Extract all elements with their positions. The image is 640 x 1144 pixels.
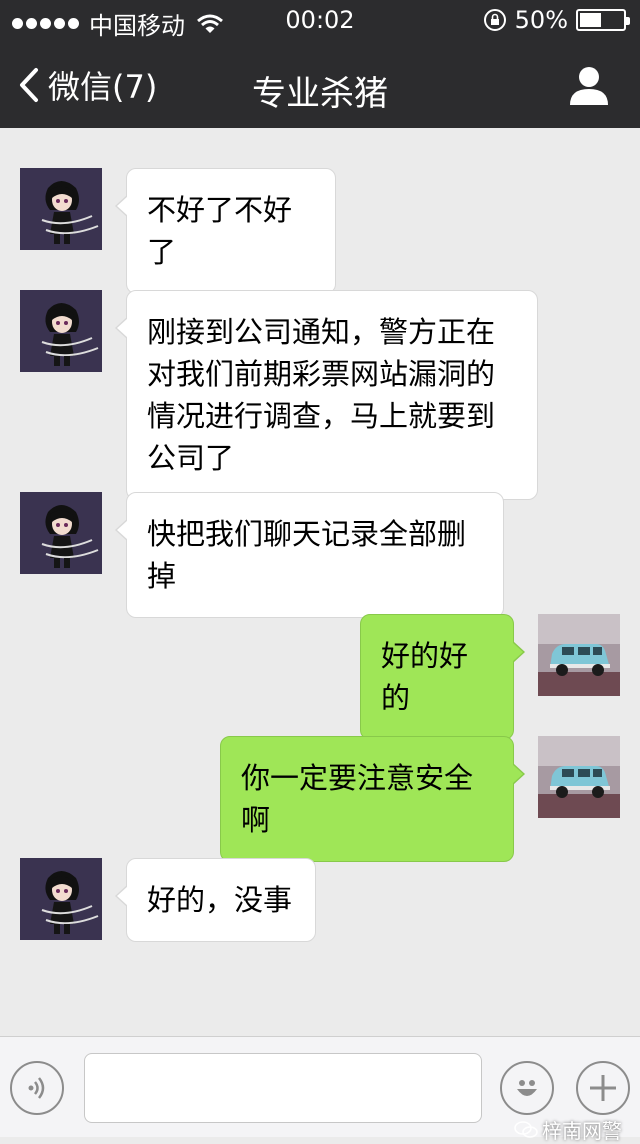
profile-icon[interactable] <box>568 64 610 106</box>
contact-avatar[interactable] <box>20 290 102 372</box>
my-avatar[interactable] <box>538 736 620 818</box>
message-input[interactable] <box>84 1053 482 1123</box>
voice-icon <box>28 1077 45 1099</box>
voice-input-button[interactable] <box>10 1061 64 1115</box>
emoji-button[interactable] <box>500 1061 554 1115</box>
watermark-text: 梓南网警 <box>542 1119 622 1143</box>
message-bubble-incoming[interactable]: 好的，没事 <box>115 858 316 942</box>
message-bubble-outgoing[interactable]: 好的好的 <box>360 614 525 740</box>
navigation-bar: 微信(7) 专业杀猪 <box>0 40 640 128</box>
message-bubble-incoming[interactable]: 快把我们聊天记录全部删掉 <box>115 492 504 618</box>
contact-avatar[interactable] <box>20 168 102 250</box>
battery-percent: 50% <box>514 6 568 34</box>
chat-bubble-icon <box>514 1120 538 1138</box>
more-button[interactable] <box>576 1061 630 1115</box>
watermark: 梓南网警 <box>514 1115 622 1144</box>
contact-avatar[interactable] <box>20 858 102 940</box>
message-bubble-incoming[interactable]: 刚接到公司通知，警方正在对我们前期彩票网站漏洞的情况进行调查，马上就要到公司了 <box>115 290 538 500</box>
input-bar: 梓南网警 <box>0 1036 640 1143</box>
contact-avatar[interactable] <box>20 492 102 574</box>
plus-icon <box>590 1075 616 1101</box>
my-avatar[interactable] <box>538 614 620 696</box>
message-bubble-incoming[interactable]: 不好了不好了 <box>115 168 336 294</box>
battery-icon <box>576 9 630 31</box>
rotation-lock-icon <box>483 9 506 31</box>
top-bar: 中国移动 00:02 50% 微信(7) 专业杀猪 <box>0 0 640 128</box>
emoji-icon <box>517 1080 537 1096</box>
chat-title: 专业杀猪 <box>252 74 388 114</box>
message-bubble-outgoing[interactable]: 你一定要注意安全啊 <box>220 736 525 862</box>
status-bar: 中国移动 00:02 50% <box>0 0 640 40</box>
